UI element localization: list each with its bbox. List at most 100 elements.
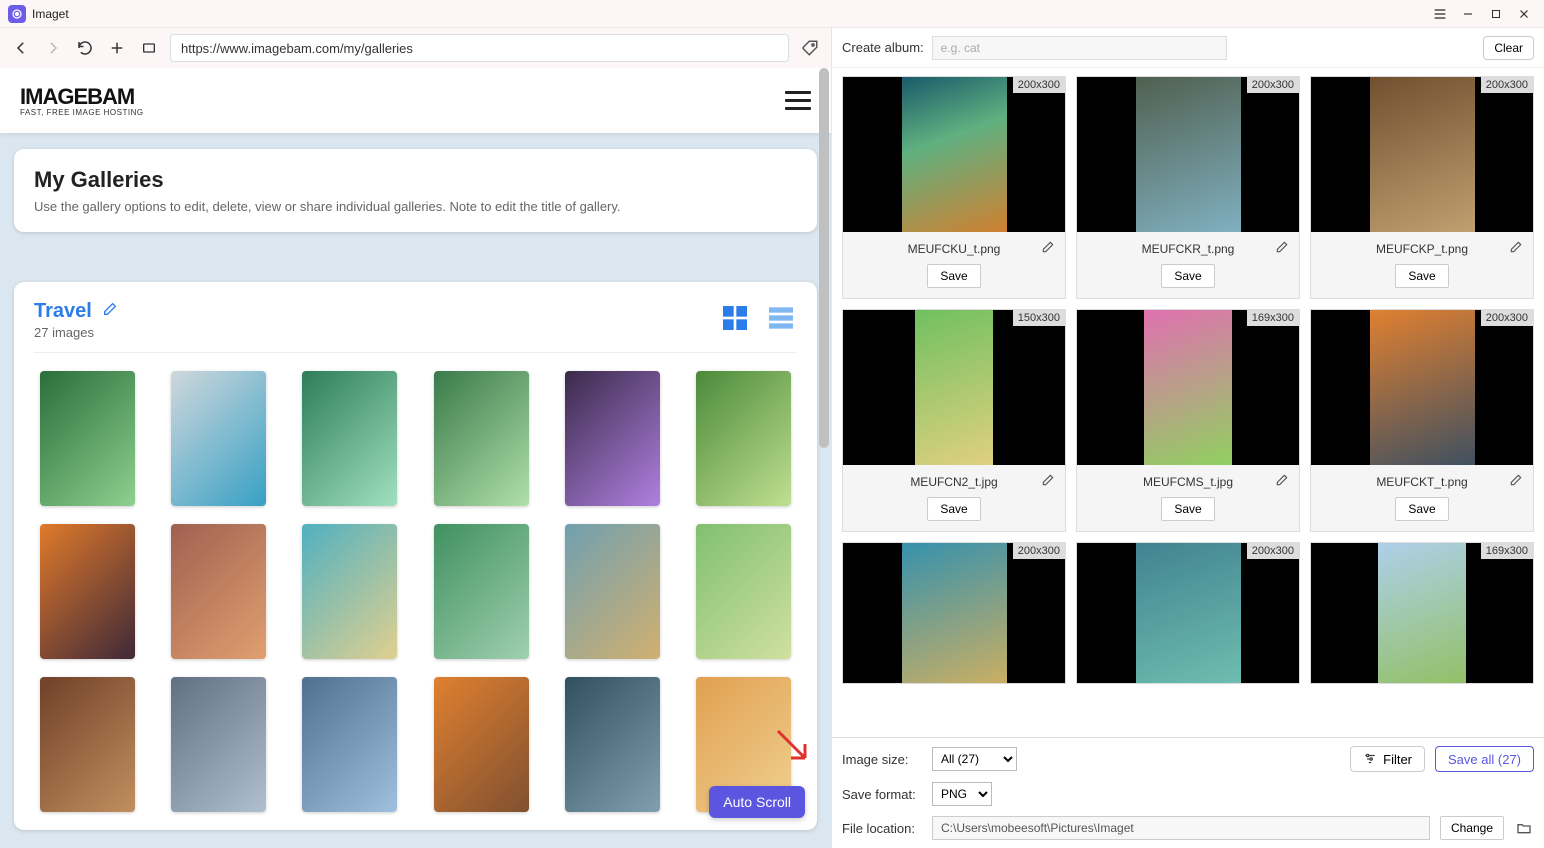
app-title: Imaget <box>32 7 69 21</box>
thumbnail[interactable] <box>171 677 266 812</box>
rename-icon[interactable] <box>1509 473 1523 492</box>
tag-icon[interactable] <box>799 37 821 59</box>
edit-title-icon[interactable] <box>102 301 118 322</box>
titlebar: Imaget <box>0 0 1544 28</box>
change-button[interactable]: Change <box>1440 816 1504 840</box>
thumbnail[interactable] <box>434 371 529 506</box>
view-list-icon[interactable] <box>765 302 797 339</box>
dimension-badge: 200x300 <box>1247 77 1299 93</box>
rename-icon[interactable] <box>1275 240 1289 259</box>
thumbnail[interactable] <box>565 371 660 506</box>
thumbnail[interactable] <box>40 677 135 812</box>
browser-panel: IMAGEBAM FAST, FREE IMAGE HOSTING My Gal… <box>0 28 832 848</box>
dimension-badge: 200x300 <box>1481 77 1533 93</box>
dimension-badge: 200x300 <box>1481 310 1533 326</box>
file-location-input[interactable] <box>932 816 1430 840</box>
download-item[interactable]: 200x300 <box>1076 542 1300 684</box>
my-galleries-desc: Use the gallery options to edit, delete,… <box>34 199 797 214</box>
site-menu-icon[interactable] <box>785 91 811 110</box>
file-name: MEUFCN2_t.jpg <box>910 475 997 489</box>
dimension-badge: 200x300 <box>1247 543 1299 559</box>
rename-icon[interactable] <box>1041 473 1055 492</box>
save-button[interactable]: Save <box>927 264 980 288</box>
maximize-icon[interactable] <box>1484 2 1508 26</box>
download-grid: 200x300 MEUFCKU_t.png Save 200x300 MEUFC… <box>832 68 1544 737</box>
download-item[interactable]: 169x300 <box>1310 542 1534 684</box>
tabs-button[interactable] <box>138 37 160 59</box>
download-item[interactable]: 200x300 MEUFCKR_t.png Save <box>1076 76 1300 299</box>
download-item[interactable]: 200x300 <box>842 542 1066 684</box>
file-name: MEUFCMS_t.jpg <box>1143 475 1233 489</box>
menu-icon[interactable] <box>1428 2 1452 26</box>
dp-header: Create album: Clear <box>832 28 1544 68</box>
download-item[interactable]: 169x300 MEUFCMS_t.jpg Save <box>1076 309 1300 532</box>
minimize-icon[interactable] <box>1456 2 1480 26</box>
close-icon[interactable] <box>1512 2 1536 26</box>
gallery-title[interactable]: Travel <box>34 300 92 323</box>
thumbnail[interactable] <box>302 524 397 659</box>
auto-scroll-button[interactable]: Auto Scroll <box>709 786 805 818</box>
view-grid-icon[interactable] <box>719 302 751 339</box>
save-all-button[interactable]: Save all (27) <box>1435 746 1534 772</box>
thumbnail[interactable] <box>40 371 135 506</box>
gallery-card: Travel 27 images <box>14 282 817 830</box>
thumbnail[interactable] <box>696 524 791 659</box>
clear-button[interactable]: Clear <box>1483 36 1534 60</box>
file-name: MEUFCKU_t.png <box>908 242 1001 256</box>
thumbnail[interactable] <box>40 524 135 659</box>
save-button[interactable]: Save <box>1161 497 1214 521</box>
filter-button[interactable]: Filter <box>1350 746 1425 772</box>
download-item[interactable]: 200x300 MEUFCKP_t.png Save <box>1310 76 1534 299</box>
dimension-badge: 200x300 <box>1013 77 1065 93</box>
back-button[interactable] <box>10 37 32 59</box>
page-content: IMAGEBAM FAST, FREE IMAGE HOSTING My Gal… <box>0 68 831 848</box>
rename-icon[interactable] <box>1041 240 1055 259</box>
save-button[interactable]: Save <box>1161 264 1214 288</box>
browser-toolbar <box>0 28 831 68</box>
download-item[interactable]: 200x300 MEUFCKU_t.png Save <box>842 76 1066 299</box>
thumbnail-grid <box>34 371 797 812</box>
my-galleries-title: My Galleries <box>34 167 797 193</box>
thumbnail[interactable] <box>302 677 397 812</box>
gallery-count: 27 images <box>34 325 118 340</box>
url-input[interactable] <box>170 34 789 62</box>
save-button[interactable]: Save <box>927 497 980 521</box>
file-name: MEUFCKT_t.png <box>1376 475 1467 489</box>
save-button[interactable]: Save <box>1395 497 1448 521</box>
dimension-badge: 169x300 <box>1481 543 1533 559</box>
thumbnail[interactable] <box>434 524 529 659</box>
new-tab-button[interactable] <box>106 37 128 59</box>
thumbnail[interactable] <box>171 524 266 659</box>
save-format-label: Save format: <box>842 787 922 802</box>
create-album-label: Create album: <box>842 40 924 55</box>
forward-button[interactable] <box>42 37 64 59</box>
thumbnail[interactable] <box>171 371 266 506</box>
dimension-badge: 200x300 <box>1013 543 1065 559</box>
rename-icon[interactable] <box>1509 240 1523 259</box>
create-album-input[interactable] <box>932 36 1227 60</box>
site-brand[interactable]: IMAGEBAM FAST, FREE IMAGE HOSTING <box>20 84 144 117</box>
file-name: MEUFCKR_t.png <box>1142 242 1235 256</box>
scrollbar[interactable] <box>819 68 829 448</box>
my-galleries-card: My Galleries Use the gallery options to … <box>14 149 817 232</box>
thumbnail[interactable] <box>696 371 791 506</box>
save-button[interactable]: Save <box>1395 264 1448 288</box>
site-header: IMAGEBAM FAST, FREE IMAGE HOSTING <box>0 68 831 133</box>
thumbnail[interactable] <box>302 371 397 506</box>
rename-icon[interactable] <box>1275 473 1289 492</box>
download-item[interactable]: 150x300 MEUFCN2_t.jpg Save <box>842 309 1066 532</box>
thumbnail[interactable] <box>565 677 660 812</box>
thumbnail[interactable] <box>565 524 660 659</box>
download-panel: Create album: Clear 200x300 MEUFCKU_t.pn… <box>832 28 1544 848</box>
dimension-badge: 169x300 <box>1247 310 1299 326</box>
open-folder-icon[interactable] <box>1514 818 1534 838</box>
image-size-label: Image size: <box>842 752 922 767</box>
brand-sub: FAST, FREE IMAGE HOSTING <box>20 108 144 117</box>
image-size-select[interactable]: All (27) <box>932 747 1017 771</box>
file-location-label: File location: <box>842 821 922 836</box>
app-logo <box>8 5 26 23</box>
reload-button[interactable] <box>74 37 96 59</box>
download-item[interactable]: 200x300 MEUFCKT_t.png Save <box>1310 309 1534 532</box>
thumbnail[interactable] <box>434 677 529 812</box>
save-format-select[interactable]: PNG <box>932 782 992 806</box>
